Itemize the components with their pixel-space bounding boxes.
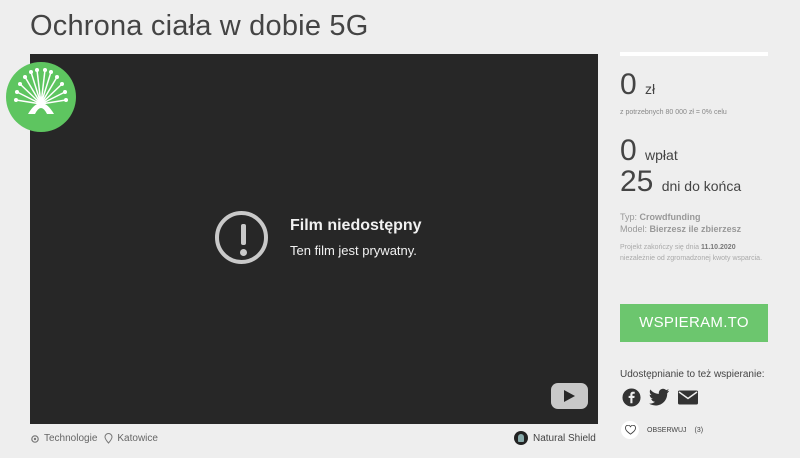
follow-label: OBSERWUJ xyxy=(647,426,687,434)
location-pin-icon xyxy=(104,433,113,444)
gear-icon xyxy=(31,434,39,443)
project-meta: Technologie Katowice xyxy=(30,433,158,444)
support-button[interactable]: WSPIERAM.TO xyxy=(620,304,768,342)
funding-type: Typ: Crowdfunding xyxy=(620,212,701,223)
days-left: 25 dni do końca xyxy=(620,165,742,199)
backers-count: 0 wpłat xyxy=(620,134,678,168)
twitter-icon[interactable] xyxy=(649,388,670,407)
video-error-title: Film niedostępny xyxy=(290,217,422,234)
youtube-icon[interactable] xyxy=(551,383,588,409)
location-label[interactable]: Katowice xyxy=(117,433,158,444)
mail-icon[interactable] xyxy=(678,388,698,407)
goal-note: z potrzebnych 80 000 zł = 0% celu xyxy=(620,109,727,116)
end-note: Projekt zakończy się dnia 11.10.2020 nie… xyxy=(620,244,763,262)
facebook-icon[interactable] xyxy=(622,388,641,407)
follow-count: (3) xyxy=(694,426,704,434)
amount-raised: 0 zł xyxy=(620,68,656,101)
video-player[interactable]: Film niedostępny Ten film jest prywatny. xyxy=(30,54,598,424)
share-icons xyxy=(622,388,698,407)
share-label: Udostępnianie to też wspieranie: xyxy=(620,369,765,380)
category-label[interactable]: Technologie xyxy=(44,433,97,444)
project-logo xyxy=(6,62,76,132)
heart-icon xyxy=(621,421,639,439)
author-name[interactable]: Natural Shield xyxy=(533,433,596,444)
funding-panel: 0 zł z potrzebnych 80 000 zł = 0% celu 0… xyxy=(620,52,768,264)
author-avatar xyxy=(514,431,528,445)
funding-model: Model: Bierzesz ile zbierzesz xyxy=(620,224,742,235)
page-title: Ochrona ciała w dobie 5G xyxy=(30,10,369,42)
author[interactable]: Natural Shield xyxy=(514,431,596,445)
video-error-subtitle: Ten film jest prywatny. xyxy=(290,243,417,258)
follow-button[interactable]: OBSERWUJ (3) xyxy=(621,421,703,439)
progress-bar xyxy=(620,52,768,56)
alert-icon xyxy=(215,211,268,264)
